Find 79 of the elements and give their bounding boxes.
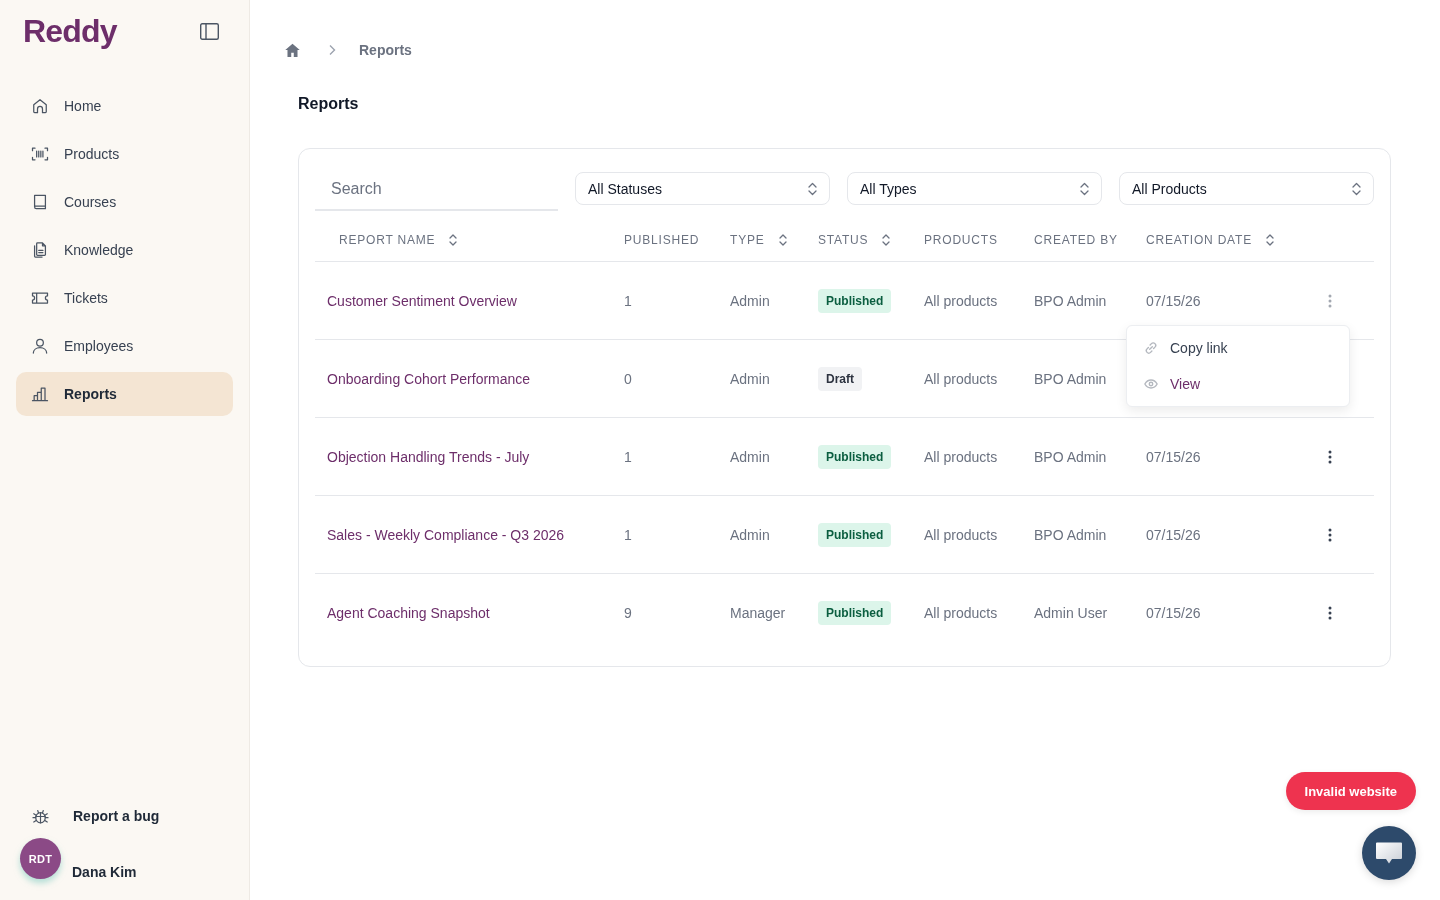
user-name: Dana Kim — [72, 863, 137, 882]
sort-icon — [882, 234, 891, 246]
avatar[interactable]: RDT — [20, 838, 61, 879]
chevron-up-down-icon — [1080, 181, 1089, 196]
chat-button[interactable] — [1362, 826, 1416, 880]
nav-item[interactable]: Reports — [16, 372, 233, 416]
home-icon[interactable] — [284, 41, 301, 59]
table-cell: All products — [924, 604, 998, 621]
table-cell: All products — [924, 448, 998, 465]
status-badge: Draft — [818, 366, 862, 391]
status-badge: Published — [818, 522, 892, 547]
vertical-dots-icon — [1328, 449, 1332, 464]
eye-icon — [1144, 377, 1158, 391]
chevron-up-down-icon — [808, 181, 817, 196]
breadcrumb-current: Reports — [359, 42, 412, 58]
vertical-dots-icon — [1328, 293, 1332, 308]
nav-item[interactable]: Employees — [16, 324, 233, 368]
column-header[interactable]: REPORT NAME — [339, 233, 458, 247]
sort-icon — [778, 234, 787, 246]
sidebar-toggle-icon[interactable] — [200, 22, 219, 40]
table-cell: BPO Admin — [1034, 370, 1107, 387]
table-cell: 07/15/26 — [1146, 526, 1201, 543]
column-header[interactable]: CREATION DATE — [1146, 233, 1274, 247]
table-cell: 0 — [624, 370, 632, 387]
table-cell: All products — [924, 292, 998, 309]
report-bug-button[interactable]: Report a bug — [20, 796, 160, 836]
table-cell: All products — [924, 370, 998, 387]
table-cell: BPO Admin — [1034, 526, 1107, 543]
column-header: PUBLISHED — [624, 233, 700, 247]
report-link[interactable]: Sales - Weekly Compliance - Q3 2026 — [327, 526, 565, 543]
table-cell: Admin — [730, 448, 770, 465]
table-cell: Admin — [730, 526, 770, 543]
status-badge: Published — [818, 600, 892, 625]
table-cell: Admin User — [1034, 604, 1108, 621]
table-cell: All products — [924, 526, 998, 543]
sort-icon — [1265, 234, 1274, 246]
report-link[interactable]: Objection Handling Trends - July — [327, 448, 530, 465]
table-cell: 9 — [624, 604, 632, 621]
table-cell: 07/15/26 — [1146, 448, 1201, 465]
table-cell: BPO Admin — [1034, 292, 1107, 309]
column-header: CREATED BY — [1034, 233, 1118, 247]
nav-item[interactable]: Courses — [16, 180, 233, 224]
column-header: PRODUCTS — [924, 233, 998, 247]
table-cell: 1 — [624, 526, 632, 543]
table-cell: BPO Admin — [1034, 448, 1107, 465]
filter-select[interactable]: All Products — [1119, 172, 1374, 205]
table-cell: 07/15/26 — [1146, 292, 1201, 309]
house-icon — [30, 96, 50, 116]
table-cell: Admin — [730, 370, 770, 387]
nav-item[interactable]: Products — [16, 132, 233, 176]
search-field[interactable]: Search — [315, 169, 558, 211]
logo: Reddy — [23, 12, 117, 50]
report-link[interactable]: Onboarding Cohort Performance — [327, 370, 531, 387]
report-link[interactable]: Customer Sentiment Overview — [327, 292, 517, 309]
speech-bubble-icon — [1374, 840, 1404, 866]
nav-item[interactable]: Knowledge — [16, 228, 233, 272]
table-cell: 1 — [624, 448, 632, 465]
filter-select[interactable]: All Statuses — [575, 172, 830, 205]
column-header[interactable]: TYPE — [730, 233, 787, 247]
table-cell: 1 — [624, 292, 632, 309]
chevron-up-down-icon — [1352, 181, 1361, 196]
table-cell: 07/15/26 — [1146, 604, 1201, 621]
user-icon — [30, 336, 50, 356]
report-link[interactable]: Agent Coaching Snapshot — [327, 604, 490, 621]
table-cell: Admin — [730, 292, 770, 309]
filter-select[interactable]: All Types — [847, 172, 1102, 205]
column-header[interactable]: STATUS — [818, 233, 891, 247]
chevron-right-icon — [328, 44, 336, 56]
nav-item[interactable]: Tickets — [16, 276, 233, 320]
status-badge: Published — [818, 288, 892, 313]
page-title: Reports — [298, 94, 359, 114]
nav-item[interactable]: Home — [16, 84, 233, 128]
table-cell: Manager — [730, 604, 786, 621]
invalid-website-button[interactable]: Invalid website — [1285, 772, 1416, 810]
vertical-dots-icon — [1328, 605, 1332, 620]
vertical-dots-icon — [1328, 527, 1332, 542]
link-icon — [1144, 341, 1158, 355]
status-badge: Published — [818, 444, 892, 469]
sort-icon — [449, 234, 458, 246]
